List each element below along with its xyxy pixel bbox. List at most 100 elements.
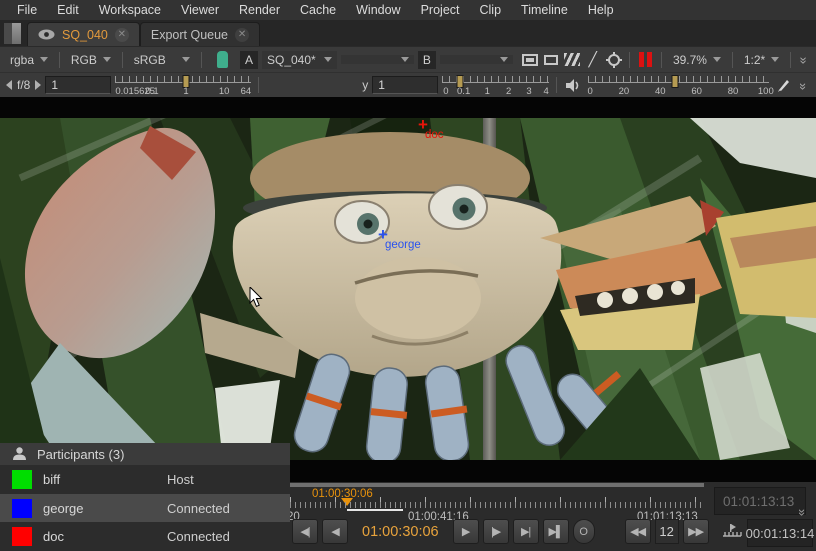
menu-clip[interactable]: Clip xyxy=(471,1,511,19)
participant-status: Connected xyxy=(167,529,230,544)
volume-slider[interactable]: 0 20 40 60 80 100 xyxy=(588,75,770,97)
display-window-icon[interactable] xyxy=(521,51,538,69)
tab-viewer-sq040[interactable]: SQ_040 ✕ xyxy=(27,22,140,46)
pane-layout-icon[interactable] xyxy=(4,23,21,44)
format-rect-icon[interactable] xyxy=(542,51,559,69)
gamma-input[interactable] xyxy=(372,76,438,94)
go-to-end-button[interactable]: ▶▌ xyxy=(543,519,569,544)
volume-slider-handle[interactable] xyxy=(671,75,678,88)
buffer-b-label: B xyxy=(418,51,436,69)
participants-header[interactable]: Participants (3) xyxy=(0,443,290,465)
wipe-icon[interactable] xyxy=(563,51,580,69)
annotation-pen-icon[interactable] xyxy=(773,76,792,94)
nuke-studio-window: File Edit Workspace Viewer Render Cache … xyxy=(0,0,816,551)
tab-label: Export Queue xyxy=(151,28,228,42)
chevron-down-icon xyxy=(771,57,779,62)
cached-range-bar xyxy=(347,509,403,511)
gamma-indicator-icon[interactable] xyxy=(217,51,228,68)
menu-project[interactable]: Project xyxy=(412,1,469,19)
tab-label: SQ_040 xyxy=(62,28,108,42)
collapse-toolbar-icon[interactable]: » xyxy=(797,54,812,66)
menu-edit[interactable]: Edit xyxy=(48,1,88,19)
participant-name: doc xyxy=(43,529,167,544)
menu-timeline[interactable]: Timeline xyxy=(512,1,577,19)
chevron-down-icon xyxy=(103,57,111,62)
roi-icon[interactable] xyxy=(605,51,622,69)
play-button[interactable]: ▶ xyxy=(453,519,479,544)
step-back-button[interactable]: ◀| xyxy=(292,519,318,544)
transport-controls: ◀| ◀ 01:00:30:06 ▶ |▶ ▶| ▶▌ O ◀◀ 12 ▶▶ xyxy=(292,519,709,544)
duration-timecode-box[interactable]: 00:01:13:14 xyxy=(747,519,813,547)
menu-cache[interactable]: Cache xyxy=(291,1,345,19)
participants-title: Participants (3) xyxy=(37,447,124,462)
person-icon xyxy=(12,447,27,461)
collapse-toolbar-icon[interactable]: » xyxy=(796,78,811,91)
timeline-scale-icon[interactable] xyxy=(722,524,742,537)
out-timecode-box[interactable]: 01:01:13:13 xyxy=(714,487,806,515)
timeline-scrollbar[interactable] xyxy=(290,483,704,487)
mouse-cursor-icon xyxy=(249,287,264,308)
chevron-down-icon xyxy=(40,57,48,62)
gamma-label: y xyxy=(362,78,368,92)
loop-mode-button[interactable]: O xyxy=(573,519,595,544)
close-icon[interactable]: ✕ xyxy=(235,28,249,42)
separator xyxy=(201,52,202,68)
separator xyxy=(661,52,662,68)
speaker-icon[interactable] xyxy=(564,76,583,94)
menu-render[interactable]: Render xyxy=(230,1,289,19)
color-swatch xyxy=(12,527,32,546)
participant-name: george xyxy=(43,501,167,516)
participant-row[interactable]: biff Host xyxy=(0,465,290,494)
menu-file[interactable]: File xyxy=(8,1,46,19)
fps-up-button[interactable]: ▶▶ xyxy=(683,519,709,544)
blend-mode-dropdown[interactable] xyxy=(341,55,414,64)
channels-dropdown[interactable]: rgba xyxy=(6,51,52,69)
viewer-canvas[interactable]: + doc + george xyxy=(0,97,816,482)
menu-help[interactable]: Help xyxy=(579,1,623,19)
fstop-decrease-icon[interactable] xyxy=(6,80,12,90)
participant-name: biff xyxy=(43,472,167,487)
gain-input[interactable] xyxy=(45,76,111,94)
next-edit-button[interactable]: ▶| xyxy=(513,519,539,544)
fstop-label: f/8 xyxy=(17,78,30,92)
buffer-a-dropdown[interactable]: SQ_040* xyxy=(262,51,337,69)
buffer-a-label: A xyxy=(240,51,258,69)
chevron-down-icon xyxy=(401,57,409,62)
compare-slash-icon[interactable]: ╱ xyxy=(584,51,601,69)
tab-export-queue[interactable]: Export Queue ✕ xyxy=(140,22,260,46)
buffer-b-dropdown[interactable] xyxy=(440,55,513,64)
separator xyxy=(122,52,123,68)
chevron-down-icon xyxy=(713,57,721,62)
step-forward-button[interactable]: |▶ xyxy=(483,519,509,544)
pause-render-icon[interactable] xyxy=(639,52,652,67)
fps-value[interactable]: 12 xyxy=(655,519,679,544)
separator xyxy=(556,77,557,93)
current-timecode[interactable]: 01:00:30:06 xyxy=(352,524,449,540)
participant-row[interactable]: george Connected xyxy=(0,494,290,523)
menu-window[interactable]: Window xyxy=(347,1,409,19)
participants-panel: Participants (3) biff Host george Connec… xyxy=(0,443,290,551)
chevron-down-icon xyxy=(324,57,332,62)
participant-row[interactable]: doc Connected xyxy=(0,522,290,551)
menu-workspace[interactable]: Workspace xyxy=(90,1,170,19)
menu-viewer[interactable]: Viewer xyxy=(172,1,228,19)
collapse-panel-icon[interactable]: » xyxy=(795,509,810,514)
viewer-toolbar: rgba RGB sRGB A SQ_040* B ╱ 39.7% 1:2* » xyxy=(0,46,816,72)
close-icon[interactable]: ✕ xyxy=(115,28,129,42)
gamma-slider[interactable]: 0 0.1 1 2 3 4 xyxy=(442,75,549,97)
play-backward-button[interactable]: ◀ xyxy=(322,519,348,544)
remote-cursor-george: + george xyxy=(378,226,421,252)
colorspace-dropdown[interactable]: sRGB xyxy=(130,51,194,69)
timeline-ruler[interactable] xyxy=(290,497,704,508)
proxy-scale-dropdown[interactable]: 1:2* xyxy=(740,51,783,69)
fstop-increase-icon[interactable] xyxy=(35,80,41,90)
exposure-toolbar: f/8 0.015625 0.1 1 10 64 y 0 0.1 1 2 3 4 xyxy=(0,72,816,97)
separator xyxy=(790,52,791,68)
participant-status: Host xyxy=(167,472,194,487)
zoom-dropdown[interactable]: 39.7% xyxy=(669,51,725,69)
chevron-down-icon xyxy=(182,57,190,62)
fps-down-button[interactable]: ◀◀ xyxy=(625,519,651,544)
display-dropdown[interactable]: RGB xyxy=(67,51,115,69)
gain-slider[interactable]: 0.015625 0.1 1 10 64 xyxy=(115,75,251,97)
tab-bar: SQ_040 ✕ Export Queue ✕ xyxy=(0,20,816,46)
